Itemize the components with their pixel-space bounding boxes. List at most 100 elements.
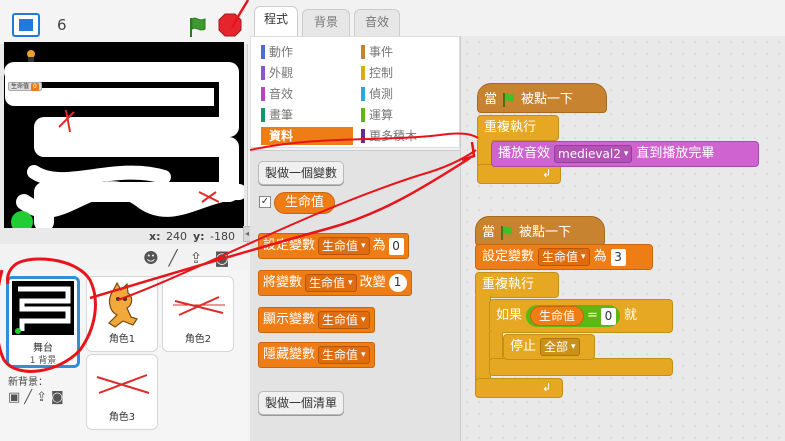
block-categories: 動作 事件 外觀 控制 音效 偵測 畫筆 運算 資料 更多積木 (250, 36, 460, 148)
x-coord-label: x: (149, 230, 161, 243)
if-text: 如果 (496, 308, 523, 323)
hide-variable-dropdown[interactable]: 生命值 (318, 346, 370, 364)
when-flag-clicked-hat-2[interactable]: 當 被點一下 (475, 216, 605, 246)
green-flag-icon (503, 92, 515, 107)
backdrop-library-icon[interactable]: ▣ (8, 390, 20, 406)
equals-operator[interactable]: 生命值 = 0 (526, 305, 620, 327)
if-arm (489, 332, 503, 360)
variable-monitor-value: 0 (31, 82, 39, 91)
set-variable-value[interactable]: 3 (610, 248, 626, 266)
category-sound[interactable]: 音效 (261, 85, 353, 103)
stage-backdrop-count: 1 背景 (29, 356, 57, 366)
stop-icon[interactable] (218, 13, 242, 37)
if-then-text: 就 (623, 308, 637, 323)
variable-visible-checkbox[interactable]: ✓ (259, 196, 271, 208)
change-variable-by-text: 改變 (359, 275, 386, 290)
change-variable-dropdown[interactable]: 生命值 (305, 274, 357, 292)
sprite-tile-1[interactable]: 角色1 (86, 276, 158, 352)
forever-block-1[interactable]: 重複執行 (477, 115, 559, 141)
block-palette-panel: 程式 背景 音效 動作 事件 外觀 控制 音效 偵測 畫筆 運算 資料 更多積木… (250, 0, 460, 441)
stop-text: 停止 (510, 339, 537, 354)
set-variable-block[interactable]: 設定變數 生命值 為 0 (258, 233, 409, 259)
set-variable-dropdown[interactable]: 生命值 (318, 237, 370, 255)
category-looks[interactable]: 外觀 (261, 64, 353, 82)
green-flag-icon[interactable] (186, 15, 210, 39)
equals-sign: = (587, 308, 598, 323)
stage-thumbnail[interactable]: 舞台 1 背景 (6, 276, 80, 368)
category-sensing[interactable]: 偵測 (361, 85, 453, 103)
forever-block-2[interactable]: 重複執行 (475, 272, 559, 298)
editor-tabs: 程式 背景 音效 (250, 6, 460, 36)
stage-header: 6 (0, 0, 248, 44)
forever-bottom-2: ↲ (475, 378, 563, 398)
sprite-library-icon[interactable]: ☻ (142, 249, 160, 267)
variable-monitor-label: 生命值 (11, 82, 30, 90)
variable-reporter[interactable]: 生命值 (274, 192, 336, 214)
stop-option-dropdown[interactable]: 全部 (540, 338, 580, 356)
set-variable-to-text: 為 (593, 249, 607, 264)
show-variable-dropdown[interactable]: 生命值 (318, 311, 370, 329)
play-sound-until-done-block[interactable]: 播放音效 medieval2 直到播放完畢 (491, 141, 759, 167)
category-control[interactable]: 控制 (361, 64, 453, 82)
cat-sprite-icon (108, 281, 138, 328)
maze-backdrop (4, 42, 244, 228)
until-done-text: 直到播放完畢 (636, 146, 715, 161)
hide-variable-text: 隱藏變數 (263, 347, 316, 362)
version-label: 6 (57, 16, 67, 34)
set-variable-to-text: 為 (372, 238, 386, 253)
mouse-coordinates: x: 240 y: -180 (0, 228, 248, 244)
stage-thumbnail-label: 舞台 (33, 343, 53, 354)
tab-backdrops[interactable]: 背景 (302, 9, 350, 36)
hat-when-text: 當 (484, 91, 498, 107)
upload-icon[interactable]: ⇪ (187, 249, 205, 267)
change-variable-value[interactable]: 1 (388, 274, 407, 292)
backdrop-camera-icon[interactable]: ◙ (51, 390, 64, 406)
backdrop-upload-icon[interactable]: ⇪ (36, 390, 47, 406)
set-variable-value[interactable]: 0 (388, 237, 404, 255)
sprite-tile-3[interactable]: 角色3 (86, 354, 158, 430)
camera-icon[interactable]: ◙ (213, 249, 231, 267)
paint-brush-icon[interactable]: ╱ (164, 249, 182, 267)
if-variable-reporter[interactable]: 生命值 (530, 306, 585, 326)
data-blocks-palette: 製做一個變數 ✓ 生命值 設定變數 生命值 為 0 將變數 生命值 改變 1 顯… (250, 150, 460, 441)
if-block[interactable]: 如果 生命值 = 0 就 (489, 299, 673, 333)
hat-clicked-text: 被點一下 (521, 91, 574, 107)
stop-block[interactable]: 停止 全部 (503, 334, 595, 360)
sprite-tile-2[interactable]: 角色2 (162, 276, 234, 352)
hide-variable-block[interactable]: 隱藏變數 生命值 (258, 342, 375, 368)
stage-panel: 6 生命值 0 x: 240 y: -180 ◂ ☻ ╱ ⇪ ◙ 舞台 1 背景… (0, 0, 251, 441)
tab-sounds[interactable]: 音效 (354, 9, 400, 36)
green-flag-icon (501, 225, 513, 240)
category-pen[interactable]: 畫筆 (261, 106, 353, 124)
sound-dropdown[interactable]: medieval2 (554, 145, 633, 163)
category-operators[interactable]: 運算 (361, 106, 453, 124)
sprite-1-label: 角色1 (108, 334, 136, 345)
sprite-3-label: 角色3 (108, 412, 136, 423)
y-coord-value: -180 (210, 230, 235, 243)
category-events[interactable]: 事件 (361, 43, 453, 61)
if-bottom (489, 358, 673, 376)
forever-text: 重複執行 (484, 120, 537, 135)
stage-canvas[interactable]: 生命值 0 (4, 42, 244, 228)
backdrop-paint-icon[interactable]: ╱ (24, 390, 32, 406)
scripts-area[interactable]: 當 被點一下 重複執行 ↲ 播放音效 medieval2 直到播放完畢 當 被點… (460, 36, 785, 441)
make-list-button[interactable]: 製做一個清單 (258, 391, 345, 415)
show-variable-text: 顯示變數 (263, 312, 316, 327)
forever-text: 重複執行 (482, 277, 535, 292)
category-more-blocks[interactable]: 更多積木 (361, 127, 453, 145)
red-x-sprite-icon (173, 296, 225, 316)
when-flag-clicked-hat-1[interactable]: 當 被點一下 (477, 83, 607, 113)
set-variable-script-block[interactable]: 設定變數 生命值 為 3 (475, 244, 653, 270)
make-variable-button[interactable]: 製做一個變數 (258, 161, 345, 185)
new-backdrop-tools: ▣ ╱ ⇪ ◙ (8, 390, 78, 406)
set-variable-dropdown[interactable]: 生命值 (538, 248, 590, 266)
fullscreen-button[interactable] (12, 13, 40, 37)
variable-monitor[interactable]: 生命值 0 (8, 82, 42, 91)
tab-scripts[interactable]: 程式 (254, 6, 298, 36)
change-variable-block[interactable]: 將變數 生命值 改變 1 (258, 270, 412, 296)
category-data[interactable]: 資料 (261, 127, 353, 145)
category-motion[interactable]: 動作 (261, 43, 353, 61)
show-variable-block[interactable]: 顯示變數 生命值 (258, 307, 375, 333)
set-variable-text: 設定變數 (263, 238, 316, 253)
if-compare-value[interactable]: 0 (600, 307, 616, 325)
